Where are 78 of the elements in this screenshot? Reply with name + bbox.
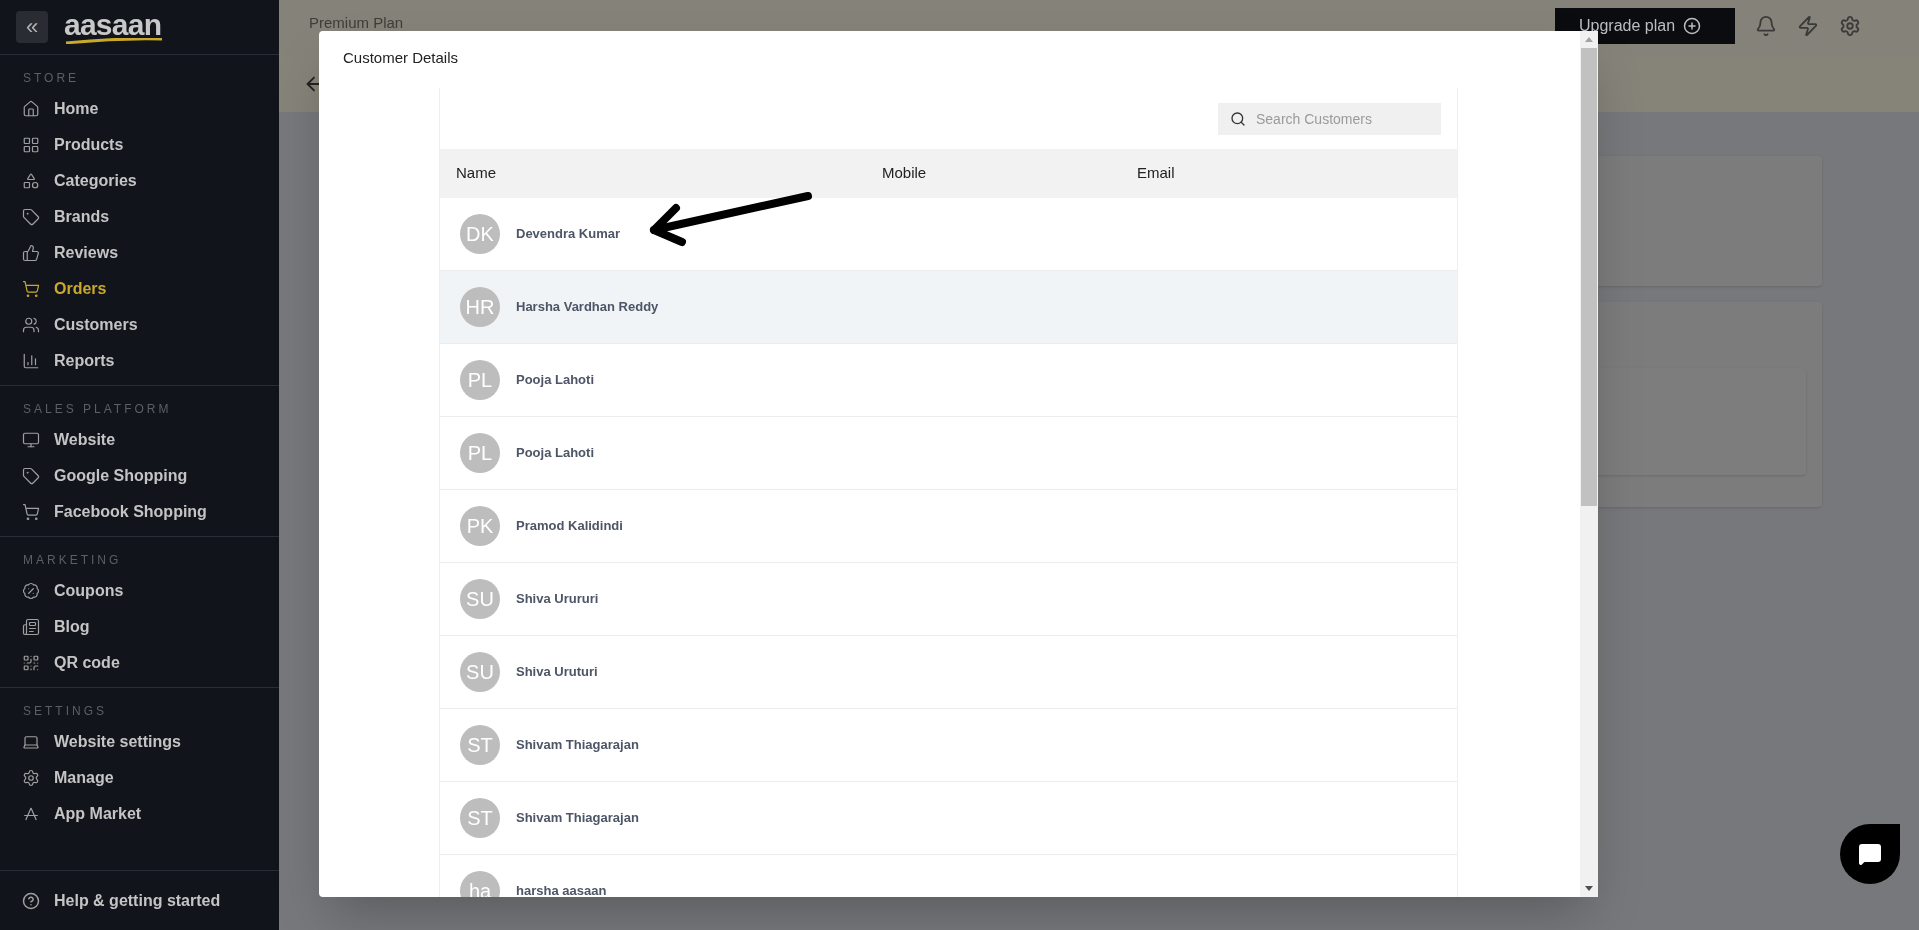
monitor-icon [22,431,40,449]
app-store-icon [22,805,40,823]
laptop-icon [22,733,40,751]
avatar: PK [460,506,500,546]
lightning-icon[interactable] [1797,15,1819,37]
section-title: STORE [22,70,81,87]
customer-row[interactable]: HR Harsha Vardhan Reddy [440,271,1457,344]
customer-name: Harsha Vardhan Reddy [516,298,659,317]
settings-icon[interactable] [1839,15,1861,37]
cart-icon [22,280,40,298]
grid-icon [22,136,40,154]
modal-title: Customer Details [342,48,460,68]
logo: aasaan [64,10,164,44]
column-header: Name [456,163,496,184]
section-title: SALES PLATFORM [22,401,173,418]
help-link[interactable]: Help & getting started [54,888,221,913]
search-icon [1230,110,1246,127]
column-header: Mobile [882,163,927,184]
percent-badge-icon [22,582,40,600]
customer-name: harsha aasaan [516,882,607,897]
scrollbar-thumb[interactable] [1581,48,1597,506]
document-icon [22,618,40,636]
home-icon [22,100,40,118]
collapse-button[interactable]: « [16,11,48,43]
sidebar-item[interactable]: Google Shopping [0,458,279,494]
avatar: HR [460,287,500,327]
column-header: Email [1137,163,1175,184]
bar-chart-icon [22,352,40,370]
help-icon [22,891,40,910]
sidebar-item[interactable]: Home [0,91,279,127]
sidebar-item[interactable]: Blog [0,609,279,645]
avatar: DK [460,214,500,254]
upgrade-plan-button[interactable]: Upgrade plan [1555,8,1735,44]
sidebar-item[interactable]: Brands [0,199,279,235]
search-field[interactable]: Search Customers [1218,102,1441,135]
plan-label: Premium Plan [309,14,404,32]
sidebar-item[interactable]: Reports [0,343,279,379]
cart-icon [22,503,40,521]
sidebar-item[interactable]: Website settings [0,724,279,760]
sidebar-item[interactable]: App Market [0,796,279,832]
scroll-up-icon[interactable] [1585,37,1593,42]
customer-name: Pooja Lahoti [516,371,594,390]
sidebar-item[interactable]: Reviews [0,235,279,271]
customer-name: Pramod Kalidindi [516,517,623,536]
customer-name: Devendra Kumar [516,225,621,244]
settings-icon [22,769,40,787]
sidebar-item[interactable]: Orders [0,271,279,307]
section-title: SETTINGS [22,703,108,720]
qr-code-icon [22,654,40,672]
avatar: ST [460,725,500,765]
sidebar-item[interactable]: Products [0,127,279,163]
sidebar-item[interactable]: Facebook Shopping [0,494,279,530]
sidebar-item[interactable]: Manage [0,760,279,796]
avatar: ST [460,798,500,838]
customer-name: Shiva Urururi [516,590,599,609]
sidebar-item[interactable]: Customers [0,307,279,343]
customer-name: Pooja Lahoti [516,444,594,463]
sidebar-item[interactable]: QR code [0,645,279,681]
avatar: PL [460,433,500,473]
shapes-icon [22,172,40,190]
users-icon [22,316,40,334]
chat-icon [1858,842,1882,866]
plus-icon [1683,17,1702,35]
customer-name: Shivam Thiagarajan [516,809,639,828]
tag-icon [22,467,40,485]
avatar: SU [460,652,500,692]
customer-name: Shivam Thiagarajan [516,736,639,755]
sidebar-item[interactable]: Website [0,422,279,458]
customer-name: Shiva Uruturi [516,663,598,682]
tag-icon [22,208,40,226]
scroll-down-icon[interactable] [1585,886,1593,891]
sidebar-item[interactable]: Coupons [0,573,279,609]
avatar: PL [460,360,500,400]
avatar: SU [460,579,500,619]
sidebar-item[interactable]: Categories [0,163,279,199]
section-title: MARKETING [22,552,123,569]
thumbs-up-icon [22,244,40,262]
bell-icon[interactable] [1755,15,1777,37]
